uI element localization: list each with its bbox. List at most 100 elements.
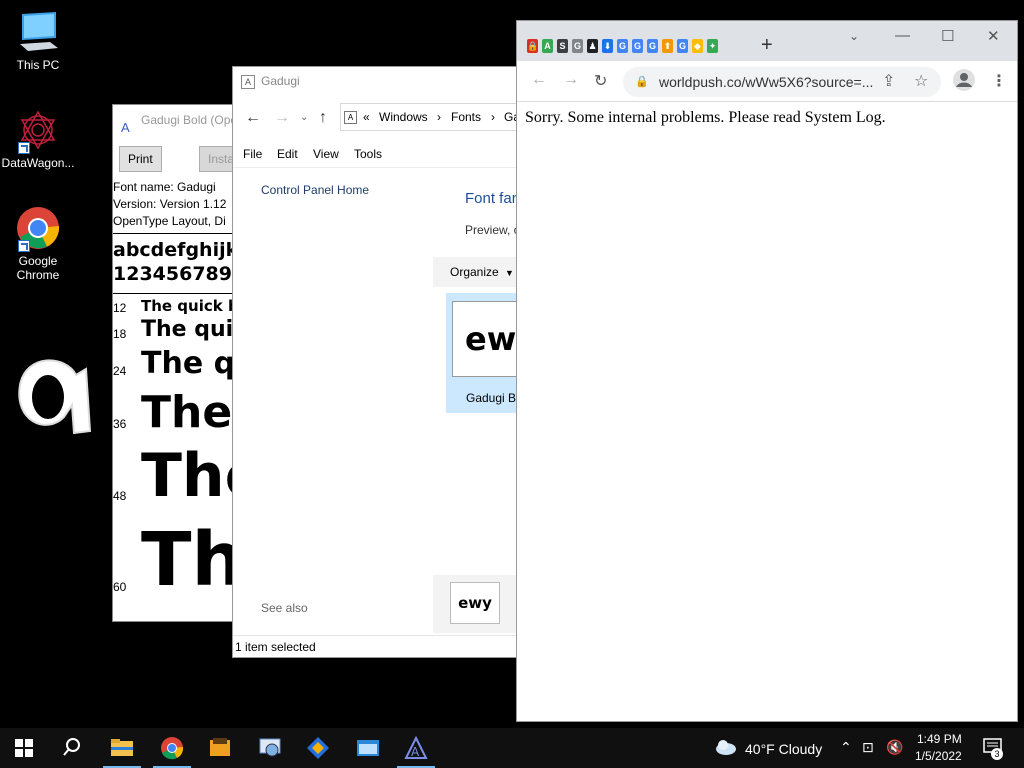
multi-color-favicon-icon[interactable]: ◆ [692,39,703,53]
url-text: worldpush.co/wWw5X6?source=... [659,74,874,90]
google-g-favicon-icon[interactable]: G [617,39,628,53]
tab-search-chevron-icon[interactable]: ⌄ [849,29,859,43]
status-text: 1 item selected [235,640,316,654]
details-pane: ewy [433,575,517,633]
maximize-button[interactable]: ☐ [941,27,954,45]
orange-arrow-favicon-icon[interactable]: ⬆ [662,39,673,53]
font-version-info: Version: Version 1.12 [113,197,227,211]
menu-edit[interactable]: Edit [277,147,298,161]
forward-arrow-icon[interactable]: → [563,71,579,89]
alphabet-sample: abcdefghijkl [113,239,245,261]
address-folder-icon: A [344,111,357,124]
print-button[interactable]: Print [119,146,162,172]
organize-button[interactable]: Organize ▼ [433,257,517,287]
clock-time[interactable]: 1:49 PM [917,732,962,746]
weather-text[interactable]: 40°F Cloudy [745,741,822,757]
red-lock-favicon-icon[interactable]: 🔒 [527,39,538,53]
dark-s-favicon-icon[interactable]: S [557,39,568,53]
breadcrumb-fonts[interactable]: Fonts [451,104,481,130]
green-a-favicon-icon[interactable]: A [542,39,553,53]
sample-size-label: 60 [113,580,127,594]
bookmark-star-icon[interactable]: ☆ [914,71,928,91]
tab-strip: 🔒 A S G ♟ ⬇ G G G ⬆ G ◆ ✦ + ⌄ — ☐ ✕ [517,21,1017,61]
google-g-favicon-icon[interactable]: G [647,39,658,53]
sample-size-label: 12 [113,301,127,315]
breadcrumb-overflow[interactable]: « [363,104,370,130]
font-tile-preview: ewy [452,301,517,377]
share-icon[interactable]: ⇪ [882,71,895,91]
control-panel-home-link[interactable]: Control Panel Home [261,183,369,197]
breadcrumb-windows[interactable]: Windows [379,104,428,130]
organize-label: Organize [450,265,499,279]
breadcrumb-separator-icon: › [437,110,441,124]
sample-size-label: 48 [113,489,127,503]
fonts-folder-icon: A [241,75,255,89]
status-bar: 1 item selected [233,635,517,657]
network-window-icon[interactable] [356,736,380,760]
desktop-icon-label: Google Chrome [16,254,60,282]
weather-cloud-icon[interactable] [714,738,738,759]
file-explorer-icon[interactable] [110,736,134,760]
minimize-button[interactable]: — [895,27,910,44]
dark-figure-favicon-icon[interactable]: ♟ [587,39,598,53]
digits-sample: 1234567890 [113,263,246,285]
notification-count-badge: 3 [991,748,1003,760]
address-bar[interactable]: A « Windows › Fonts › Ga [340,103,517,131]
show-hidden-icons-chevron-icon[interactable]: ⌃ [840,739,852,756]
taskbar: A 40°F Cloudy ⌃ ⊡ 🔇 1:49 PM 1/5/2022 3 [0,728,1024,768]
app-diamond-icon[interactable] [306,736,330,760]
explorer-window: A Gadugi ← → ⌄ ↑ A « Windows › Fonts › G… [232,66,518,658]
file-manager-icon[interactable] [208,736,232,760]
reload-icon[interactable]: ↻ [594,71,607,91]
font-family-subtitle: Preview, c [465,223,518,237]
recent-locations-chevron-icon[interactable]: ⌄ [300,112,308,123]
new-tab-button[interactable]: + [761,34,773,57]
explorer-title-bar: A Gadugi [233,67,517,95]
close-button[interactable]: ✕ [987,27,1000,45]
page-error-message: Sorry. Some internal problems. Please re… [525,109,886,126]
sample-line-12: The quick br [141,297,247,315]
clock-date[interactable]: 1/5/2022 [915,749,962,763]
start-button[interactable] [15,739,39,763]
breadcrumb-separator-icon: › [491,110,495,124]
shortcut-arrow-icon [18,240,30,252]
shortcut-arrow-icon [18,142,30,154]
volume-muted-icon[interactable]: 🔇 [886,739,903,756]
font-document-icon: ewy [450,582,500,624]
sample-line-36: The [141,387,233,438]
desktop-icon-label: This PC [16,58,60,72]
back-arrow-icon[interactable]: ← [531,71,547,89]
computer-icon [16,10,60,54]
more-menu-icon[interactable]: ⋮ [991,71,1007,91]
menu-tools[interactable]: Tools [354,147,382,161]
control-panel-icon[interactable] [258,736,282,760]
google-g-favicon-icon[interactable]: G [677,39,688,53]
profile-avatar-icon[interactable] [953,69,975,96]
up-arrow-icon[interactable]: ↑ [319,109,327,127]
network-icon[interactable]: ⊡ [862,739,874,756]
maps-pin-favicon-icon[interactable]: ✦ [707,39,718,53]
back-arrow-icon[interactable]: ← [245,109,261,127]
chrome-icon [16,206,60,252]
grey-g-favicon-icon[interactable]: G [572,39,583,53]
sample-size-label: 24 [113,364,127,378]
menu-view[interactable]: View [313,147,339,161]
menu-file[interactable]: File [243,147,262,161]
font-viewer-icon[interactable]: A [404,735,428,760]
font-preview-title: Gadugi Bold (Ope [141,113,238,127]
google-g-favicon-icon[interactable]: G [632,39,643,53]
svg-text:A: A [411,745,420,759]
sample-line-60: Th [141,517,245,603]
chevron-down-icon: ▼ [505,268,514,278]
chrome-icon[interactable] [160,736,184,760]
browser-toolbar: ← → ↻ 🔒 worldpush.co/wWw5X6?source=... ⇪… [517,61,1017,102]
desktop-icon-datawagon[interactable]: DataWagon... [0,108,76,170]
font-tile-gadugi-bold[interactable]: ewy Gadugi Bo [446,293,517,413]
desktop-icon-this-pc[interactable]: This PC [0,10,76,72]
forward-arrow-icon[interactable]: → [274,109,290,127]
desktop-icon-google-chrome[interactable]: Google Chrome [0,206,76,282]
search-icon[interactable] [62,737,86,761]
desktop-icon-label: DataWagon... [1,156,75,170]
chrome-window: 🔒 A S G ♟ ⬇ G G G ⬆ G ◆ ✦ + ⌄ — ☐ ✕ ← → ↻ 🔒 worldpus… [516,20,1018,722]
blue-download-favicon-icon[interactable]: ⬇ [602,39,613,53]
